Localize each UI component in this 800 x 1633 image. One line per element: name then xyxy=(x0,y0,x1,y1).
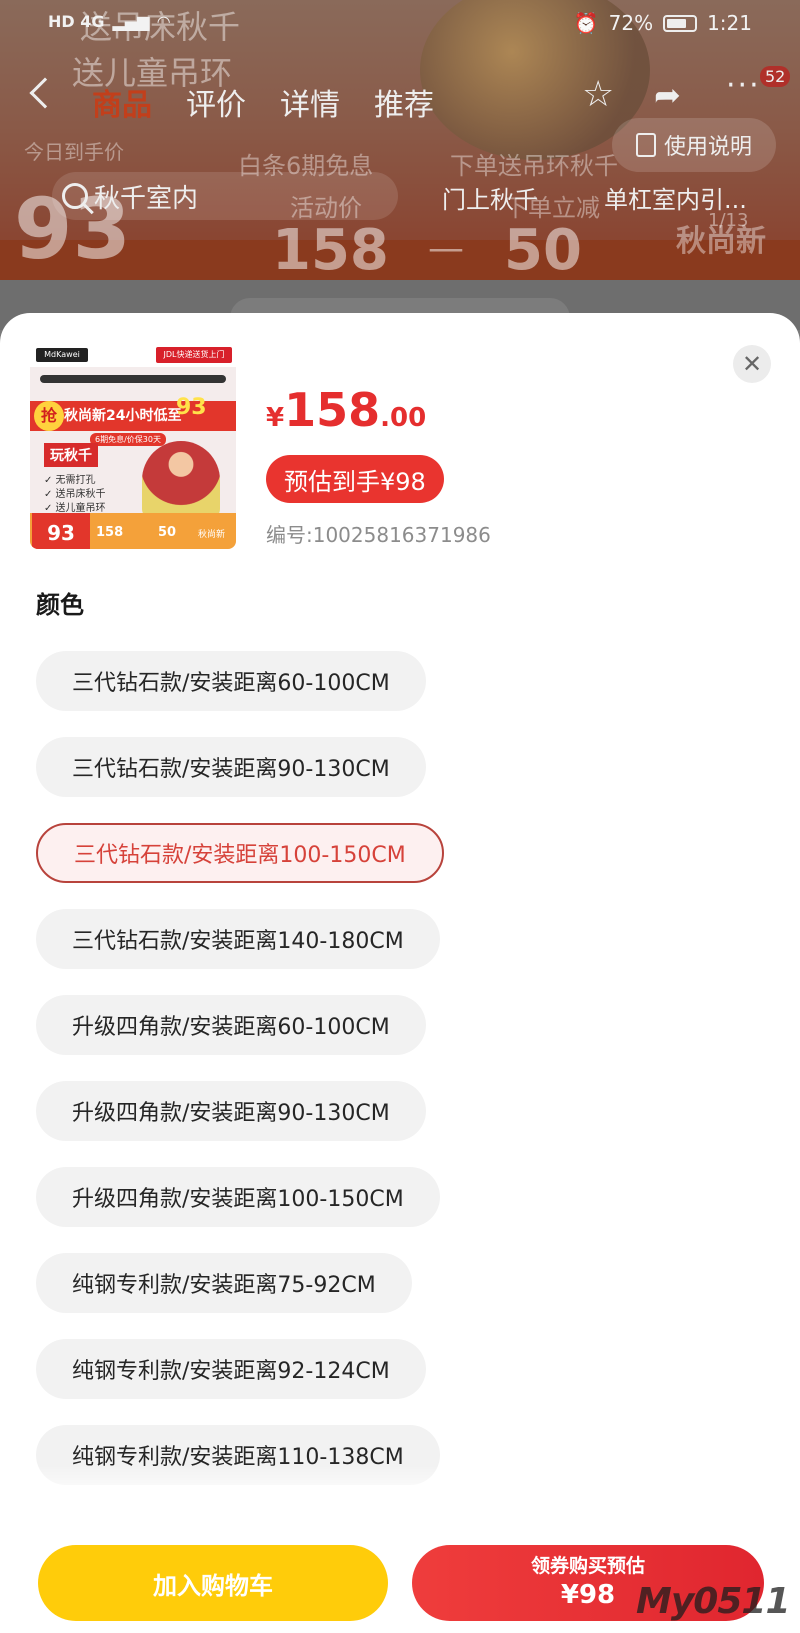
related-chip-door-swing[interactable]: 门上秋千 xyxy=(442,180,538,215)
option-row: 升级四角款/安装距离90-130CM xyxy=(36,1081,776,1167)
usage-guide-label: 使用说明 xyxy=(663,135,752,160)
sku-selection-sheet: ✕ MdKawei JDL快递送货上门 秋尚新24小时低至 抢 93 6期免息/… xyxy=(0,313,800,1633)
book-icon xyxy=(635,133,656,157)
child-on-swing-image xyxy=(142,441,220,519)
more-icon[interactable]: ··· xyxy=(726,68,761,103)
thumb-footer-brand: 秋尚新 xyxy=(198,530,226,540)
thumb-subtitle: 6期免息/价保30天 xyxy=(90,433,166,446)
thumb-title: 玩秋千 xyxy=(44,443,98,467)
color-option[interactable]: 升级四角款/安装距离90-130CM xyxy=(36,1081,426,1141)
color-option[interactable]: 升级四角款/安装距离100-150CM xyxy=(36,1167,440,1227)
product-thumbnail[interactable]: MdKawei JDL快递送货上门 秋尚新24小时低至 抢 93 6期免息/价保… xyxy=(30,343,236,549)
tab-recommend[interactable]: 推荐 xyxy=(374,80,434,124)
option-row: 升级四角款/安装距离100-150CM xyxy=(36,1167,776,1253)
option-row: 三代钻石款/安装距离90-130CM xyxy=(36,737,776,823)
usage-guide-button[interactable]: 使用说明 xyxy=(612,118,776,172)
option-row: 纯钢专利款/安装距离75-92CM xyxy=(36,1253,776,1339)
message-badge: 52 xyxy=(760,66,791,87)
activity-price: 158 xyxy=(272,218,389,283)
wifi-icon: ◠ xyxy=(157,12,170,31)
option-row: 三代钻石款/安装距离60-100CM xyxy=(36,651,776,737)
status-bar: HD 4G ▂▄▆ ◠ ⏰ 72% 1:21 xyxy=(0,0,800,48)
close-icon[interactable]: ✕ xyxy=(733,345,771,383)
search-chip-label: 秋千室内 xyxy=(94,183,199,214)
search-icon xyxy=(62,183,88,209)
option-row: 三代钻石款/安装距离140-180CM xyxy=(36,909,776,995)
color-option[interactable]: 升级四角款/安装距离60-100CM xyxy=(36,995,426,1055)
price-integer: 158 xyxy=(284,383,381,437)
tab-reviews[interactable]: 评价 xyxy=(186,80,246,124)
estimated-price-badge: 预估到手¥98 xyxy=(266,455,444,503)
thumb-feature: ✓ 送吊床秋千 xyxy=(44,489,106,500)
thumb-footer-50: 50 xyxy=(158,525,177,540)
price-decimal: .00 xyxy=(380,403,427,433)
discount-amount: 50 xyxy=(504,218,582,283)
color-option[interactable]: 三代钻石款/安装距离90-130CM xyxy=(36,737,426,797)
option-row: 升级四角款/安装距离60-100CM xyxy=(36,995,776,1081)
list-fade xyxy=(0,1465,800,1525)
network-indicator: HD 4G ▂▄▆ ◠ xyxy=(48,12,170,31)
grab-badge: 抢 xyxy=(34,401,64,431)
favorite-star-icon[interactable]: ☆ xyxy=(582,74,614,115)
battery-fill xyxy=(667,18,687,28)
add-to-cart-button[interactable]: 加入购物车 xyxy=(38,1545,388,1621)
back-arrow-icon[interactable] xyxy=(29,77,61,109)
coupon-buy-price: ¥98 xyxy=(560,1579,616,1610)
jdl-delivery-tag: JDL快递送货上门 xyxy=(156,347,232,363)
signal-icon: ▂▄▆ xyxy=(112,12,150,31)
color-option[interactable]: 纯钢专利款/安装距离75-92CM xyxy=(36,1253,412,1313)
related-chip-pullup-bar[interactable]: 单杠室内引... xyxy=(604,180,747,215)
coupon-buy-label: 领券购买预估 xyxy=(530,1554,645,1577)
thumb-footer-158: 158 xyxy=(96,525,124,540)
brand-logo: MdKawei xyxy=(36,348,88,362)
thumb-feature: ✓ 无需打孔 xyxy=(44,475,96,486)
price: ¥ 158 .00 xyxy=(266,383,426,437)
battery-percent: 72% xyxy=(608,11,654,35)
pullup-bar-image xyxy=(40,375,226,383)
tab-product[interactable]: 商品 xyxy=(92,80,152,124)
network-label: HD 4G xyxy=(48,12,105,31)
sku-code: 编号:10025816371986 xyxy=(266,523,491,547)
color-option[interactable]: 三代钻石款/安装距离140-180CM xyxy=(36,909,440,969)
price-dash: — xyxy=(428,228,464,269)
background-product-page: 送吊床秋千 送儿童吊环 HD 4G ▂▄▆ ◠ ⏰ 72% 1:21 商品 评价… xyxy=(0,0,800,330)
option-row: 三代钻石款/安装距离100-150CM xyxy=(36,823,776,909)
clock: 1:21 xyxy=(707,11,752,35)
thumb-low-price: 93 xyxy=(176,395,207,420)
thumb-feature: ✓ 送儿童吊环 xyxy=(44,503,106,514)
color-section-title: 颜色 xyxy=(36,591,84,619)
battery-icon xyxy=(663,14,698,32)
nav-tabs: 商品 评价 详情 推荐 xyxy=(92,80,434,124)
color-options-list: 三代钻石款/安装距离60-100CM 三代钻石款/安装距离90-130CM 三代钻石… xyxy=(36,651,776,1511)
option-row: 纯钢专利款/安装距离92-124CM xyxy=(36,1339,776,1425)
share-icon[interactable]: ➦ xyxy=(654,76,681,114)
alarm-icon: ⏰ xyxy=(573,11,599,35)
color-option[interactable]: 纯钢专利款/安装距离92-124CM xyxy=(36,1339,426,1399)
site-watermark: My0511 xyxy=(636,1581,790,1622)
color-option-selected[interactable]: 三代钻石款/安装距离100-150CM xyxy=(36,823,444,883)
today-price-label: 今日到手价 xyxy=(24,140,124,164)
status-right: ⏰ 72% 1:21 xyxy=(574,11,752,35)
color-option[interactable]: 三代钻石款/安装距离60-100CM xyxy=(36,651,426,711)
gift-promo: 下单送吊环秋千 xyxy=(450,152,618,180)
price-currency: ¥ xyxy=(266,403,285,433)
search-chip[interactable]: 秋千室内 xyxy=(52,172,398,220)
tab-details[interactable]: 详情 xyxy=(280,80,340,124)
thumb-footer-price: 93 xyxy=(32,513,90,549)
